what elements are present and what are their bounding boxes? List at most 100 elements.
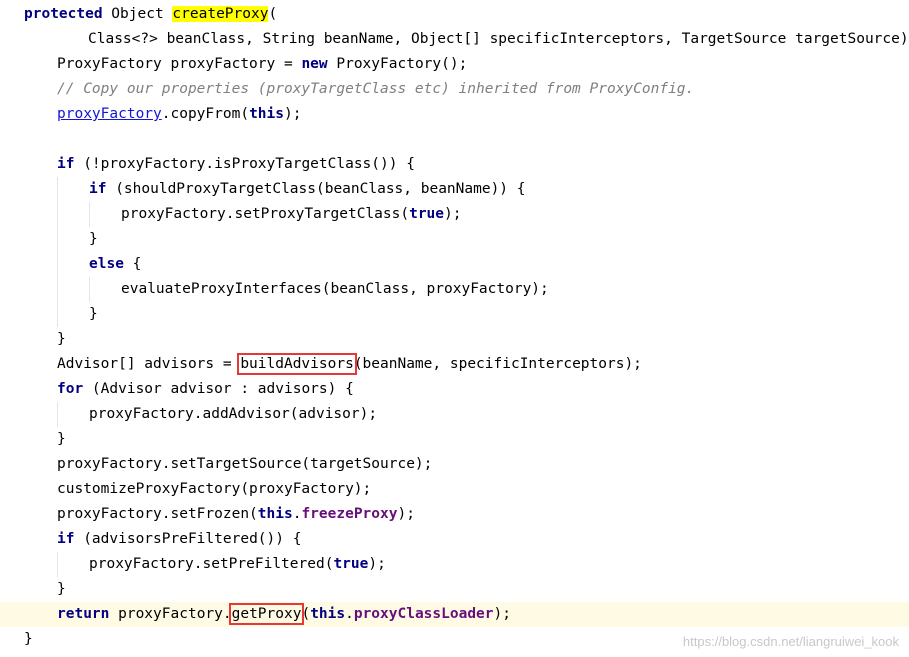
code-text: Class<?> beanClass, String beanName, Obj… (88, 31, 909, 47)
code-line[interactable]: Class<?> beanClass, String beanName, Obj… (0, 27, 909, 52)
code-text: evaluateProxyInterfaces(beanClass, proxy… (121, 281, 549, 297)
code-content: Advisor[] advisors = buildAdvisors(beanN… (57, 352, 642, 377)
indent-guide (89, 202, 90, 227)
code-text: customizeProxyFactory(proxyFactory); (57, 481, 372, 497)
code-text: } (57, 331, 66, 347)
code-content: } (24, 627, 33, 652)
code-line[interactable]: if (!proxyFactory.isProxyTargetClass()) … (0, 152, 909, 177)
code-text: proxyFactory.setTargetSource(targetSourc… (57, 456, 433, 472)
code-line[interactable]: } (0, 427, 909, 452)
code-keyword: true (409, 206, 445, 222)
code-content: proxyFactory.setPreFiltered(true); (89, 552, 386, 577)
code-keyword: if (57, 531, 75, 547)
code-line[interactable]: } (0, 227, 909, 252)
code-content: proxyFactory.setTargetSource(targetSourc… (57, 452, 432, 477)
code-text: proxyFactory.setProxyTargetClass( (121, 206, 410, 222)
code-editor[interactable]: protected Object createProxy(Class<?> be… (0, 0, 909, 657)
code-link[interactable]: proxyFactory (57, 106, 162, 122)
code-text: Object (102, 6, 173, 22)
code-keyword: for (57, 381, 84, 397)
code-text: ( (268, 6, 278, 22)
code-text: (shouldProxyTargetClass(beanClass, beanN… (106, 181, 526, 197)
code-keyword: else (89, 256, 124, 272)
code-content: Class<?> beanClass, String beanName, Obj… (88, 27, 909, 52)
code-content: if (advisorsPreFiltered()) { (57, 527, 301, 552)
code-content: } (89, 227, 98, 252)
code-line[interactable] (0, 127, 909, 152)
indent-guide (57, 552, 58, 577)
code-line[interactable]: proxyFactory.addAdvisor(advisor); (0, 402, 909, 427)
code-text: proxyFactory.setPreFiltered( (89, 556, 334, 572)
code-text: ); (397, 506, 415, 522)
indent-guide (57, 402, 58, 427)
code-keyword: if (89, 181, 107, 197)
code-keyword: this (249, 106, 284, 122)
code-keyword: new (301, 56, 328, 72)
code-text: . (345, 606, 354, 622)
code-keyword: if (57, 156, 75, 172)
code-line[interactable]: proxyFactory.setProxyTargetClass(true); (0, 202, 909, 227)
code-content: } (57, 427, 66, 452)
code-text: { (123, 256, 142, 272)
code-keyword: true (333, 556, 369, 572)
code-line[interactable]: proxyFactory.setPreFiltered(true); (0, 552, 909, 577)
code-text: ProxyFactory(); (327, 56, 468, 72)
boxed-method-name[interactable]: getProxy (228, 603, 305, 625)
code-text: ); (493, 606, 511, 622)
code-field: freezeProxy (301, 506, 398, 522)
code-line[interactable]: // Copy our properties (proxyTargetClass… (0, 77, 909, 102)
code-text: (beanName, specificInterceptors); (353, 356, 642, 372)
code-content: proxyFactory.setFrozen(this.freezeProxy)… (57, 502, 415, 527)
code-content: protected Object createProxy( (24, 2, 277, 27)
code-keyword: return (57, 606, 110, 622)
code-line[interactable]: customizeProxyFactory(proxyFactory); (0, 477, 909, 502)
code-text: } (24, 631, 33, 647)
code-content: } (57, 577, 66, 602)
code-text: (!proxyFactory.isProxyTargetClass()) { (74, 156, 415, 172)
code-text: Advisor[] advisors = (57, 356, 241, 372)
watermark-text: https://blog.csdn.net/liangruiwei_kook (682, 634, 899, 649)
code-content: } (89, 302, 98, 327)
boxed-method-name[interactable]: buildAdvisors (237, 353, 357, 375)
code-text: (Advisor advisor : advisors) { (83, 381, 354, 397)
code-text: (advisorsPreFiltered()) { (74, 531, 302, 547)
code-text: ); (368, 556, 386, 572)
code-content: evaluateProxyInterfaces(beanClass, proxy… (121, 277, 549, 302)
code-content: if (!proxyFactory.isProxyTargetClass()) … (57, 152, 415, 177)
code-line[interactable]: } (0, 327, 909, 352)
highlighted-method-name[interactable]: createProxy (172, 6, 269, 22)
code-text: proxyFactory.addAdvisor(advisor); (89, 406, 378, 422)
code-text: } (89, 306, 98, 322)
code-content: // Copy our properties (proxyTargetClass… (57, 77, 694, 102)
code-text: ( (301, 606, 311, 622)
code-text: ); (444, 206, 462, 222)
code-line[interactable]: for (Advisor advisor : advisors) { (0, 377, 909, 402)
code-line[interactable]: Advisor[] advisors = buildAdvisors(beanN… (0, 352, 909, 377)
code-line[interactable]: proxyFactory.copyFrom(this); (0, 102, 909, 127)
code-line[interactable]: } (0, 577, 909, 602)
code-line[interactable]: proxyFactory.setFrozen(this.freezeProxy)… (0, 502, 909, 527)
code-content: for (Advisor advisor : advisors) { (57, 377, 354, 402)
code-line[interactable]: else { (0, 252, 909, 277)
indent-guide (89, 277, 90, 302)
code-line[interactable]: } (0, 302, 909, 327)
code-line[interactable]: proxyFactory.setTargetSource(targetSourc… (0, 452, 909, 477)
code-line[interactable]: if (shouldProxyTargetClass(beanClass, be… (0, 177, 909, 202)
code-line[interactable]: evaluateProxyInterfaces(beanClass, proxy… (0, 277, 909, 302)
code-text: } (89, 231, 98, 247)
current-code-line[interactable]: return proxyFactory.getProxy(this.proxyC… (0, 602, 909, 627)
indent-guide (57, 277, 58, 302)
code-content: proxyFactory.copyFrom(this); (57, 102, 301, 127)
code-keyword: this (257, 506, 293, 522)
code-content: if (shouldProxyTargetClass(beanClass, be… (89, 177, 526, 202)
code-line[interactable]: protected Object createProxy( (0, 2, 909, 27)
code-field: proxyClassLoader (353, 606, 494, 622)
indent-guide (57, 252, 58, 277)
code-content: proxyFactory.setProxyTargetClass(true); (121, 202, 461, 227)
code-keyword: protected (24, 6, 103, 22)
code-text: proxyFactory.setFrozen( (57, 506, 258, 522)
code-line[interactable]: if (advisorsPreFiltered()) { (0, 527, 909, 552)
code-text: proxyFactory. (109, 606, 232, 622)
code-line[interactable]: ProxyFactory proxyFactory = new ProxyFac… (0, 52, 909, 77)
indent-guide (57, 202, 58, 227)
